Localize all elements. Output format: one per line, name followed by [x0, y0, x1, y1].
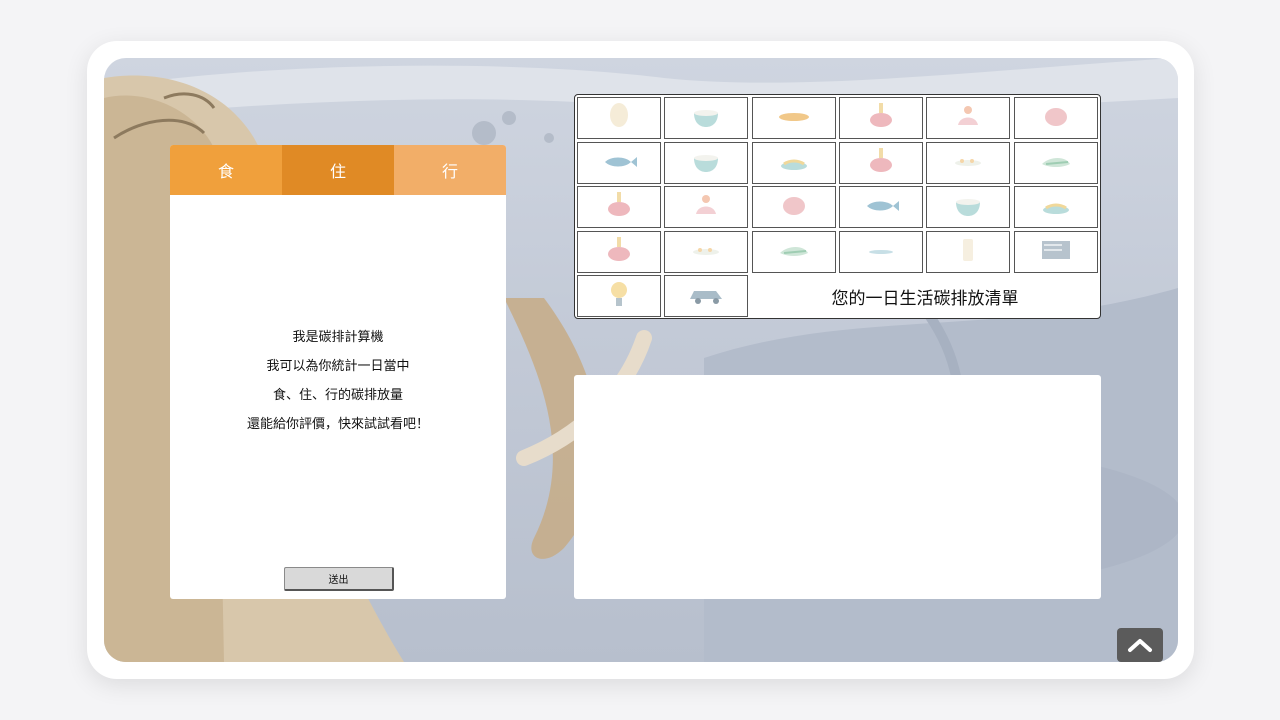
- light-bulb-icon: [599, 279, 639, 313]
- shrimp-icon: [948, 146, 988, 180]
- grid-item-chicken[interactable]: [926, 97, 1011, 139]
- grid-title: 您的一日生活碳排放清單: [831, 288, 1019, 309]
- milk-icon: [948, 235, 988, 269]
- shrimp-icon: [686, 235, 726, 269]
- steak-icon: [861, 101, 901, 135]
- rice-bowl-icon: [948, 190, 988, 224]
- grid-item-fish[interactable]: [838, 186, 923, 228]
- grid-item-air-conditioner[interactable]: [1013, 230, 1098, 273]
- intro-line: 食、住、行的碳排放量: [272, 388, 403, 403]
- chicken-icon: [948, 101, 988, 135]
- grid-item-steak[interactable]: [838, 97, 923, 139]
- category-tabs: 食 住 行: [170, 145, 506, 195]
- grid-item-pork[interactable]: [1013, 97, 1098, 139]
- scroll-top-button[interactable]: [1117, 628, 1163, 662]
- grid-item-fish[interactable]: [577, 141, 661, 184]
- fish-icon: [861, 190, 901, 224]
- tab-transport[interactable]: 行: [394, 145, 506, 195]
- grid-item-steak[interactable]: [577, 186, 661, 228]
- pork-icon: [774, 190, 814, 224]
- daily-emission-grid: 您的一日生活碳排放清單: [574, 94, 1101, 319]
- greens-icon: [1036, 146, 1076, 180]
- carbon-calculator-panel: 食 住 行 我是碳排計算機 我可以為你統計一日當中 食、住、行的碳排放量 還能給…: [170, 145, 506, 599]
- send-button[interactable]: 送出: [284, 567, 394, 591]
- fish-icon: [599, 146, 639, 180]
- grid-item-bread[interactable]: [751, 97, 836, 139]
- chevron-up-icon: [1128, 639, 1152, 652]
- grid-item-greens[interactable]: [751, 230, 836, 273]
- chicken-icon: [686, 190, 726, 224]
- car-icon: [686, 279, 726, 313]
- rice-bowl-icon: [686, 146, 726, 180]
- grid-item-rice-bowl[interactable]: [664, 141, 749, 184]
- grid-item-rice-bowl[interactable]: [926, 186, 1011, 228]
- bread-icon: [774, 101, 814, 135]
- intro-line: 還能給你評價，快來試試看吧！: [246, 417, 429, 432]
- grid-item-rice-bowl[interactable]: [664, 97, 749, 139]
- greens-icon: [774, 235, 814, 269]
- steak-icon: [599, 235, 639, 269]
- grid-item-light-bulb[interactable]: [577, 275, 661, 317]
- steak-icon: [861, 146, 901, 180]
- noodles-icon: [774, 146, 814, 180]
- grid-item-noodles[interactable]: [751, 141, 836, 184]
- tab-housing[interactable]: 住: [282, 145, 394, 195]
- grid-item-noodles[interactable]: [1013, 186, 1098, 228]
- grid-item-car[interactable]: [664, 275, 749, 317]
- rice-bowl-icon: [686, 101, 726, 135]
- result-panel: [574, 375, 1101, 599]
- grid-item-pork[interactable]: [751, 186, 836, 228]
- grid-item-shrimp[interactable]: [926, 141, 1011, 184]
- intro-line: 我可以為你統計一日當中: [266, 359, 410, 374]
- egg-icon: [599, 101, 639, 135]
- grid-item-steak[interactable]: [838, 141, 923, 184]
- dish-icon: [861, 235, 901, 269]
- tab-food[interactable]: 食: [170, 145, 282, 195]
- grid-item-steak[interactable]: [577, 230, 661, 273]
- steak-icon: [599, 190, 639, 224]
- grid-item-milk[interactable]: [926, 230, 1011, 273]
- intro-line: 我是碳排計算機: [292, 330, 384, 345]
- grid-item-egg[interactable]: [577, 97, 661, 139]
- intro-text: 我是碳排計算機 我可以為你統計一日當中 食、住、行的碳排放量 還能給你評價，快來…: [170, 323, 506, 439]
- grid-item-dish[interactable]: [838, 230, 923, 273]
- grid-item-chicken[interactable]: [664, 186, 749, 228]
- noodles-icon: [1036, 190, 1076, 224]
- grid-item-greens[interactable]: [1013, 141, 1098, 184]
- grid-item-shrimp[interactable]: [664, 230, 749, 273]
- pork-icon: [1036, 101, 1076, 135]
- air-conditioner-icon: [1036, 235, 1076, 269]
